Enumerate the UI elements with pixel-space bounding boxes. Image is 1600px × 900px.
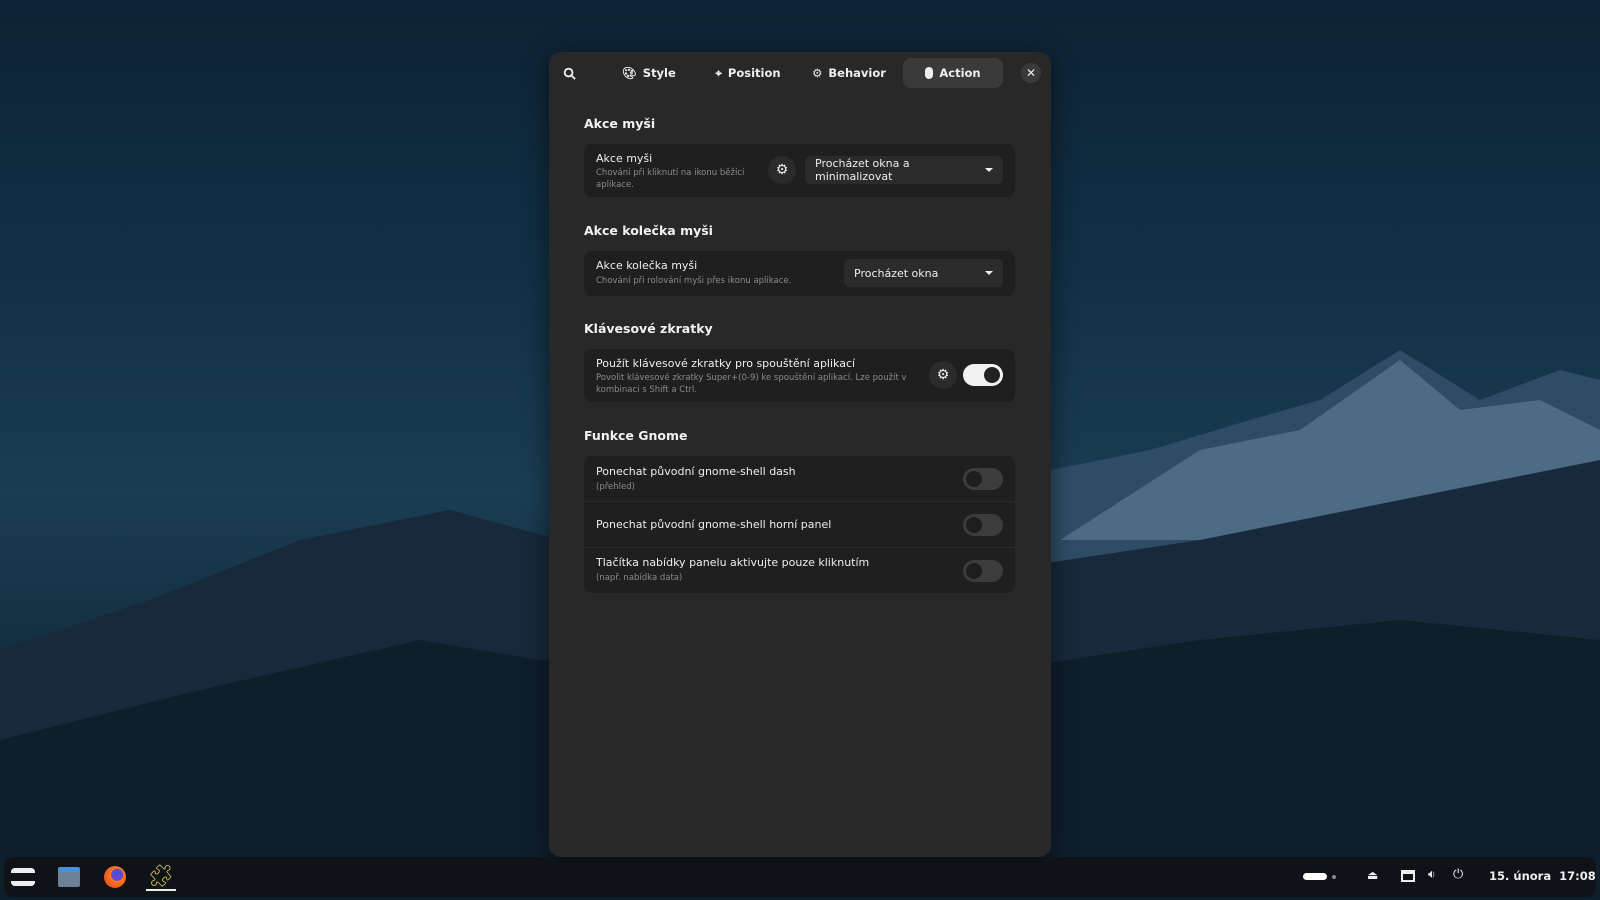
scroll-action-dropdown[interactable]: Procházet okna <box>844 259 1003 287</box>
dropdown-value: Procházet okna a minimalizovat <box>815 157 910 183</box>
list-item: Ponechat původní gnome-shell horní panel <box>584 502 1015 548</box>
setting-description: Povolit klávesové zkratky Super+(0-9) ke… <box>596 373 907 395</box>
zorin-logo-icon <box>11 868 35 886</box>
dropdown-value: Procházet okna <box>854 266 939 280</box>
gear-icon: ⚙ <box>812 66 823 80</box>
app-menu-button[interactable] <box>8 863 38 891</box>
shortcuts-toggle[interactable] <box>963 364 1003 386</box>
setting-description: Chování při rolování myši přes ikonu apl… <box>596 276 792 286</box>
mouse-icon <box>925 67 934 79</box>
mouse-action-settings-button[interactable]: ⚙ <box>768 156 796 184</box>
section-heading: Akce kolečka myši <box>584 223 713 238</box>
tab-behavior[interactable]: ⚙ Behavior <box>799 58 899 88</box>
close-button[interactable]: ✕ <box>1021 63 1041 83</box>
setting-description: (přehled) <box>596 482 635 492</box>
gnome-features-card: Ponechat původní gnome-shell dash (přehl… <box>584 456 1015 593</box>
firefox-icon <box>104 866 126 888</box>
taskbar: 🧩︎ ⏏ 🔉︎ ⏻ 15. února 17:08 <box>4 857 1596 897</box>
puzzle-icon: 🧩︎ <box>147 863 175 889</box>
mouse-action-dropdown[interactable]: Procházet okna a minimalizovat <box>805 156 1003 184</box>
setting-label: Akce kolečka myši <box>596 259 698 272</box>
search-button[interactable] <box>557 61 581 85</box>
gear-icon: ⚙ <box>936 367 950 383</box>
chevron-down-icon <box>985 271 993 275</box>
section-heading: Klávesové zkratky <box>584 321 713 336</box>
search-icon <box>563 67 576 80</box>
power-icon[interactable]: ⏻ <box>1453 867 1463 882</box>
time-text: 17:08 <box>1559 869 1596 883</box>
network-icon[interactable] <box>1401 870 1415 882</box>
setting-label: Použít klávesové zkratky pro spouštění a… <box>596 357 856 370</box>
tab-bar: 🎨︎ Style ⌖ Position ⚙ Behavior Action ✕ <box>549 56 1051 90</box>
keep-dash-toggle[interactable] <box>963 468 1003 490</box>
keep-top-panel-toggle[interactable] <box>963 514 1003 536</box>
volume-icon[interactable]: 🔉︎ <box>1428 867 1436 882</box>
gear-icon: ⚙ <box>775 162 789 178</box>
clock[interactable]: 15. února 17:08 <box>1489 869 1596 883</box>
setting-description: Chování při kliknutí na ikonu běžící apl… <box>596 168 745 190</box>
click-only-menus-toggle[interactable] <box>963 560 1003 582</box>
setting-label: Akce myši <box>596 152 653 165</box>
shortcuts-settings-button[interactable]: ⚙ <box>929 361 957 389</box>
setting-label: Ponechat původní gnome-shell dash <box>596 465 796 478</box>
palette-icon: 🎨︎ <box>622 66 637 80</box>
chevron-down-icon <box>985 168 993 172</box>
section-heading: Funkce Gnome <box>584 428 688 443</box>
setting-description: (např. nabídka data) <box>596 573 683 583</box>
tab-action[interactable]: Action <box>903 58 1003 88</box>
close-icon: ✕ <box>1025 66 1037 80</box>
extensions-app[interactable]: 🧩︎ <box>146 863 176 891</box>
files-icon <box>58 867 80 887</box>
mouse-action-card: Akce myši Chování při kliknutí na ikonu … <box>584 144 1015 197</box>
list-item: Tlačítka nabídky panelu aktivujte pouze … <box>584 548 1015 593</box>
workspace-indicator[interactable] <box>1303 873 1327 880</box>
shortcuts-card: Použít klávesové zkratky pro spouštění a… <box>584 349 1015 402</box>
settings-window: 🎨︎ Style ⌖ Position ⚙ Behavior Action ✕ Akc… <box>549 52 1051 857</box>
eject-icon[interactable]: ⏏ <box>1367 868 1378 882</box>
tab-style[interactable]: 🎨︎ Style <box>601 58 697 88</box>
workspace-indicator-dot[interactable] <box>1332 875 1336 879</box>
section-heading: Akce myši <box>584 116 656 131</box>
list-item: Ponechat původní gnome-shell dash (přehl… <box>584 456 1015 502</box>
crosshair-icon: ⌖ <box>715 65 722 80</box>
scroll-action-card: Akce kolečka myši Chování při rolování m… <box>584 251 1015 296</box>
setting-label: Ponechat původní gnome-shell horní panel <box>596 518 832 531</box>
files-app[interactable] <box>54 863 84 891</box>
date-text: 15. února <box>1489 869 1552 883</box>
firefox-app[interactable] <box>100 863 130 891</box>
tab-position[interactable]: ⌖ Position <box>699 58 797 88</box>
setting-label: Tlačítka nabídky panelu aktivujte pouze … <box>596 556 870 569</box>
